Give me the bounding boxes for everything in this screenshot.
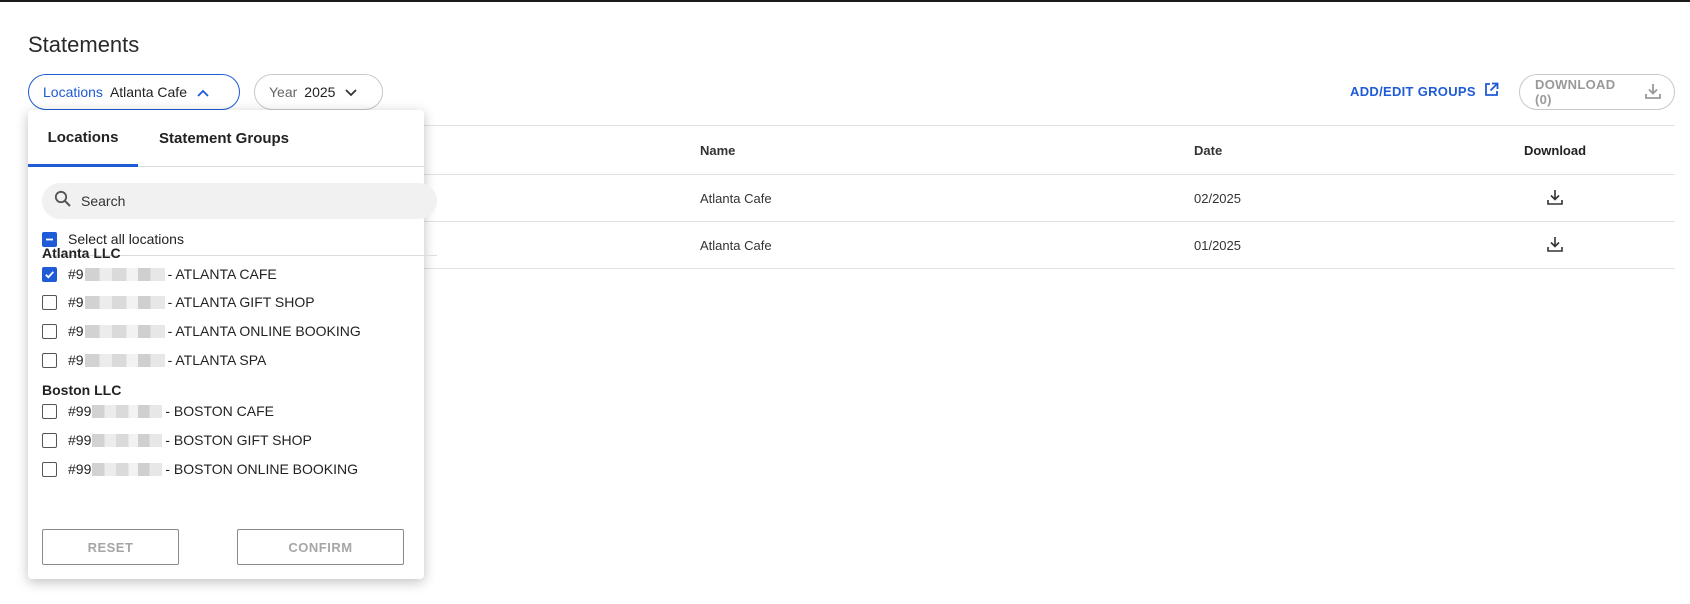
location-label: - BOSTON ONLINE BOOKING: [165, 461, 359, 477]
external-link-icon: [1484, 82, 1499, 100]
row-name: Atlanta Cafe: [700, 237, 772, 253]
row-name: Atlanta Cafe: [700, 190, 772, 206]
top-border: [0, 0, 1690, 2]
location-label: - ATLANTA GIFT SHOP: [167, 294, 315, 310]
year-filter-label: Year: [269, 84, 298, 100]
location-item[interactable]: #99 - BOSTON CAFE: [42, 401, 274, 421]
location-item[interactable]: #9 - ATLANTA CAFE: [42, 264, 277, 284]
search-icon: [54, 190, 71, 212]
location-checkbox[interactable]: [42, 294, 57, 310]
search-field[interactable]: [42, 183, 437, 219]
location-label: - ATLANTA CAFE: [167, 266, 277, 282]
confirm-button[interactable]: CONFIRM: [237, 529, 404, 565]
reset-button[interactable]: RESET: [42, 529, 179, 565]
row-download-button[interactable]: [1500, 222, 1610, 268]
location-number: #99: [68, 461, 92, 477]
location-label: - BOSTON GIFT SHOP: [165, 432, 312, 448]
group-title-boston-llc: Boston LLC: [42, 382, 122, 398]
location-number: #9: [68, 294, 84, 310]
download-icon: [1546, 235, 1564, 256]
statements-table: Name Date Download Atlanta Cafe 02/2025 …: [420, 125, 1675, 269]
location-label: - ATLANTA ONLINE BOOKING: [167, 323, 361, 339]
download-icon: [1546, 188, 1564, 209]
redacted-number: [84, 353, 165, 367]
table-header-row: Name Date Download: [420, 125, 1675, 175]
row-download-button[interactable]: [1500, 175, 1610, 221]
redacted-number: [92, 404, 163, 418]
column-header-date: Date: [1194, 142, 1223, 158]
group-title-atlanta-llc: Atlanta LLC: [42, 245, 121, 261]
dropdown-tabs: Locations Statement Groups: [28, 110, 424, 167]
redacted-number: [84, 324, 165, 338]
tab-statement-groups[interactable]: Statement Groups: [159, 110, 289, 167]
download-all-button[interactable]: DOWNLOAD (0): [1519, 74, 1675, 110]
locations-filter-value: Atlanta Cafe: [109, 84, 187, 100]
download-all-label: DOWNLOAD (0): [1535, 77, 1616, 107]
chevron-down-icon: [345, 84, 358, 100]
location-checkbox[interactable]: [42, 403, 57, 419]
year-filter-value: 2025: [304, 84, 336, 100]
download-icon: [1644, 82, 1662, 103]
column-header-download: Download: [1523, 142, 1587, 158]
locations-filter-chip[interactable]: Locations Atlanta Cafe: [28, 74, 240, 110]
location-label: - BOSTON CAFE: [165, 403, 275, 419]
table-row: Atlanta Cafe 01/2025: [420, 222, 1675, 269]
location-number: #9: [68, 352, 84, 368]
location-number: #99: [68, 403, 92, 419]
location-number: #99: [68, 432, 92, 448]
location-item[interactable]: #9 - ATLANTA GIFT SHOP: [42, 292, 315, 312]
table-row: Atlanta Cafe 02/2025: [420, 175, 1675, 222]
redacted-number: [84, 295, 165, 309]
row-date: 02/2025: [1194, 190, 1241, 206]
search-input[interactable]: [81, 193, 381, 209]
location-checkbox[interactable]: [42, 352, 57, 368]
page-title: Statements: [28, 32, 140, 57]
location-checkbox[interactable]: [42, 461, 57, 477]
add-edit-groups-label: ADD/EDIT GROUPS: [1350, 83, 1476, 99]
location-label: - ATLANTA SPA: [167, 352, 267, 368]
location-checkbox[interactable]: [42, 432, 57, 448]
location-checkbox[interactable]: [42, 266, 57, 282]
redacted-number: [84, 267, 165, 281]
location-item[interactable]: #99 - BOSTON GIFT SHOP: [42, 430, 312, 450]
column-header-name: Name: [700, 142, 736, 158]
tab-locations[interactable]: Locations: [28, 110, 138, 167]
chevron-up-icon: [197, 84, 209, 100]
year-filter-chip[interactable]: Year 2025: [254, 74, 383, 110]
location-item[interactable]: #9 - ATLANTA ONLINE BOOKING: [42, 321, 361, 341]
redacted-number: [92, 462, 163, 476]
locations-dropdown-panel: Locations Statement Groups Select all lo…: [28, 110, 437, 579]
add-edit-groups-link[interactable]: ADD/EDIT GROUPS: [1350, 82, 1499, 100]
locations-filter-label: Locations: [43, 84, 103, 100]
location-item[interactable]: #99 - BOSTON ONLINE BOOKING: [42, 459, 358, 479]
row-date: 01/2025: [1194, 237, 1241, 253]
redacted-number: [92, 433, 163, 447]
location-item[interactable]: #9 - ATLANTA SPA: [42, 350, 266, 370]
location-number: #9: [68, 266, 84, 282]
location-number: #9: [68, 323, 84, 339]
location-checkbox[interactable]: [42, 323, 57, 339]
